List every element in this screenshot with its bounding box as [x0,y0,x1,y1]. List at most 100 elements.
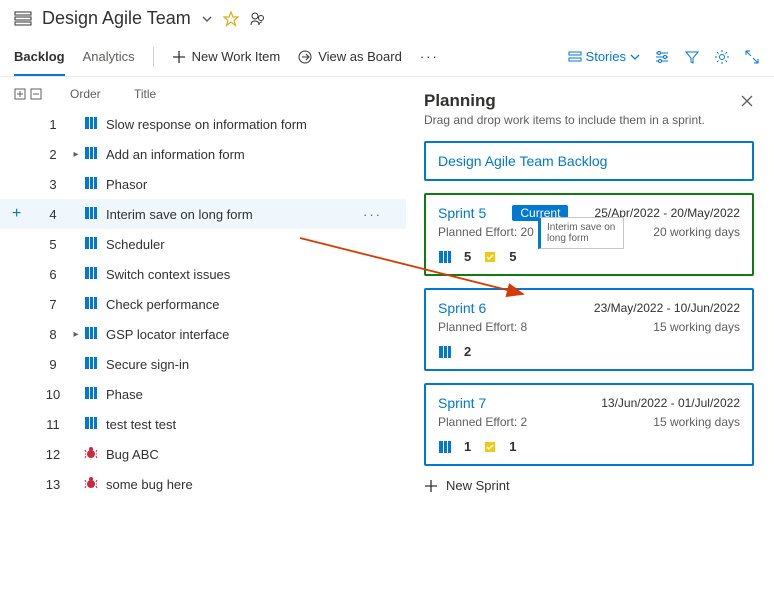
order-cell: 3 [38,177,68,192]
sprint-name: Sprint 5 [438,205,486,221]
working-days: 20 working days [653,225,740,239]
title-chevron-icon[interactable] [201,13,213,25]
sprint-counts: 2 [438,344,740,359]
order-cell: 8 [38,327,68,342]
fullscreen-icon[interactable] [744,49,760,65]
table-row[interactable]: 3 Phasor [0,169,406,199]
pbi-icon [438,345,452,359]
item-title: Phase [106,387,392,402]
pbi-icon [84,296,100,312]
item-title: Check performance [106,297,392,312]
sprint-counts: 55 [438,249,740,264]
pbi-icon [84,206,100,222]
sprint-name: Sprint 7 [438,395,486,411]
planned-effort: Planned Effort: 8 [438,320,527,334]
expand-chevron-icon[interactable]: ▸ [68,329,84,340]
gear-icon[interactable] [714,49,730,65]
drag-ghost: Interim save on long form [538,217,624,249]
planned-effort: Planned Effort: 2 [438,415,527,429]
table-row[interactable]: 8▸ GSP locator interface [0,319,406,349]
sprint-dates: 13/Jun/2022 - 01/Jul/2022 [601,396,740,410]
filter-icon[interactable] [684,49,700,65]
new-work-item-button[interactable]: New Work Item [172,49,281,64]
order-cell: 13 [38,477,68,492]
item-title: Interim save on long form [106,207,363,222]
divider [153,47,154,67]
more-icon[interactable]: ··· [363,207,382,222]
pbi-icon [84,116,100,132]
pbi-icon [84,146,100,162]
order-cell: 6 [38,267,68,282]
backlog-group-icon [14,10,32,28]
item-title: Secure sign-in [106,357,392,372]
sprint-dates: 23/May/2022 - 10/Jun/2022 [594,301,740,315]
settings-sliders-icon[interactable] [654,49,670,65]
expand-chevron-icon[interactable]: ▸ [68,149,84,160]
table-row[interactable]: 12 Bug ABC [0,439,406,469]
sprint-card[interactable]: Sprint 7 13/Jun/2022 - 01/Jul/2022 Planned… [424,383,754,466]
table-row[interactable]: 2▸ Add an information form [0,139,406,169]
order-cell: 12 [38,447,68,462]
favorite-star-icon[interactable] [223,11,239,27]
order-cell: 9 [38,357,68,372]
new-sprint-button[interactable]: New Sprint [424,478,754,493]
table-row[interactable]: 6 Switch context issues [0,259,406,289]
table-row[interactable]: 5 Scheduler [0,229,406,259]
item-title: Scheduler [106,237,392,252]
sprint-card[interactable]: Sprint 6 23/May/2022 - 10/Jun/2022 Planned… [424,288,754,371]
bug-icon [84,476,100,492]
item-title: some bug here [106,477,392,492]
table-row[interactable]: 9 Secure sign-in [0,349,406,379]
sprint-counts: 11 [438,439,740,454]
order-cell: 10 [38,387,68,402]
view-as-board-button[interactable]: View as Board [298,49,402,64]
close-icon[interactable] [740,94,754,108]
working-days: 15 working days [653,320,740,334]
order-cell: 7 [38,297,68,312]
planning-subtitle: Drag and drop work items to include them… [424,113,754,127]
order-cell: 1 [38,117,68,132]
sprint-name: Sprint 6 [438,300,486,316]
task-icon [483,440,497,454]
planned-effort: Planned Effort: 20 [438,225,534,239]
backlog-card[interactable]: Design Agile Team Backlog [424,141,754,181]
pbi-icon [84,356,100,372]
order-cell: 2 [38,147,68,162]
task-icon [483,250,497,264]
tab-analytics[interactable]: Analytics [83,37,135,76]
pbi-icon [84,416,100,432]
page-title: Design Agile Team [42,8,191,29]
item-title: Switch context issues [106,267,392,282]
pbi-icon [438,250,452,264]
item-title: Slow response on information form [106,117,392,132]
add-child-icon[interactable]: + [12,205,21,223]
pbi-icon [84,236,100,252]
sprint-card[interactable]: Sprint 5Current25/Apr/2022 - 20/May/2022… [424,193,754,276]
pbi-icon [84,326,100,342]
working-days: 15 working days [653,415,740,429]
column-order: Order [70,87,130,101]
table-row[interactable]: +4Interim save on long form··· [0,199,406,229]
pbi-icon [438,440,452,454]
item-title: GSP locator interface [106,327,392,342]
tab-backlog[interactable]: Backlog [14,37,65,76]
table-row[interactable]: 11 test test test [0,409,406,439]
collapse-all-icon[interactable] [30,88,42,100]
order-cell: 5 [38,237,68,252]
table-row[interactable]: 13 some bug here [0,469,406,499]
more-commands-icon[interactable]: ··· [420,49,439,64]
stories-dropdown[interactable]: Stories [568,49,640,64]
planning-title: Planning [424,91,496,111]
item-title: test test test [106,417,392,432]
item-title: Add an information form [106,147,392,162]
team-icon[interactable] [249,10,267,28]
item-title: Phasor [106,177,392,192]
table-row[interactable]: 10 Phase [0,379,406,409]
table-row[interactable]: 7 Check performance [0,289,406,319]
expand-all-icon[interactable] [14,88,26,100]
item-title: Bug ABC [106,447,392,462]
order-cell: 11 [38,417,68,432]
pbi-icon [84,386,100,402]
table-row[interactable]: 1 Slow response on information form [0,109,406,139]
pbi-icon [84,266,100,282]
